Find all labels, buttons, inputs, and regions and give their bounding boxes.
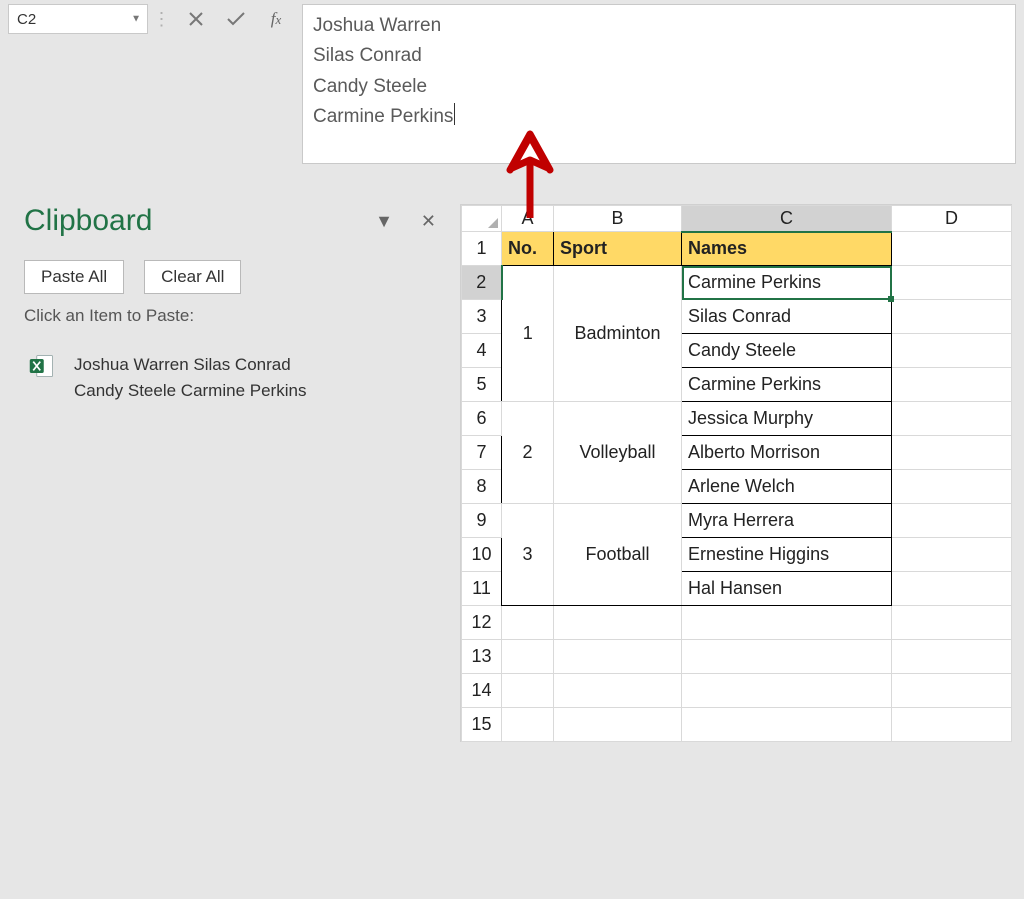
cell[interactable] xyxy=(554,640,682,674)
cell[interactable] xyxy=(892,606,1012,640)
close-icon xyxy=(188,11,204,27)
cell[interactable]: Badminton xyxy=(554,266,682,402)
clipboard-pane: Clipboard ▼ ✕ Paste All Clear All Click … xyxy=(0,164,460,899)
cell[interactable] xyxy=(892,232,1012,266)
clipboard-hint: Click an Item to Paste: xyxy=(24,306,436,326)
cell[interactable] xyxy=(892,504,1012,538)
cell[interactable] xyxy=(892,300,1012,334)
pane-menu-icon[interactable]: ▼ xyxy=(375,211,393,232)
cell[interactable] xyxy=(892,266,1012,300)
cell[interactable] xyxy=(554,606,682,640)
cell[interactable] xyxy=(554,674,682,708)
excel-icon xyxy=(28,352,56,380)
clipboard-title: Clipboard xyxy=(24,204,152,238)
cell[interactable]: Jessica Murphy xyxy=(682,402,892,436)
cell[interactable]: Alberto Morrison xyxy=(682,436,892,470)
clear-all-button[interactable]: Clear All xyxy=(144,260,241,294)
row-header[interactable]: 6 xyxy=(462,402,502,436)
row-header[interactable]: 13 xyxy=(462,640,502,674)
row-header[interactable]: 9 xyxy=(462,504,502,538)
row-header[interactable]: 12 xyxy=(462,606,502,640)
cell[interactable] xyxy=(892,674,1012,708)
name-box-dropdown-icon[interactable]: ▼ xyxy=(131,14,141,25)
cell[interactable]: 2 xyxy=(502,402,554,504)
cell[interactable]: Sport xyxy=(554,232,682,266)
select-all-corner[interactable] xyxy=(462,206,502,232)
row-header[interactable]: 10 xyxy=(462,538,502,572)
enter-button[interactable] xyxy=(216,4,256,34)
cell[interactable]: Silas Conrad xyxy=(682,300,892,334)
column-header-B[interactable]: B xyxy=(554,206,682,232)
cell[interactable]: Names xyxy=(682,232,892,266)
cell[interactable]: Volleyball xyxy=(554,402,682,504)
cell[interactable] xyxy=(682,708,892,742)
row-header[interactable]: 5 xyxy=(462,368,502,402)
cell[interactable] xyxy=(502,640,554,674)
formula-line: Silas Conrad xyxy=(313,41,1005,71)
column-header-D[interactable]: D xyxy=(892,206,1012,232)
row-header[interactable]: 7 xyxy=(462,436,502,470)
cell[interactable]: Candy Steele xyxy=(682,334,892,368)
cell[interactable] xyxy=(892,334,1012,368)
cell[interactable] xyxy=(892,538,1012,572)
insert-function-button[interactable]: fx xyxy=(256,4,296,34)
cell[interactable] xyxy=(892,470,1012,504)
cell-selected[interactable]: Carmine Perkins xyxy=(682,266,892,300)
cell[interactable] xyxy=(682,606,892,640)
cell[interactable] xyxy=(892,402,1012,436)
cell[interactable] xyxy=(502,708,554,742)
cell[interactable] xyxy=(892,572,1012,606)
cell[interactable]: No. xyxy=(502,232,554,266)
row-header[interactable]: 15 xyxy=(462,708,502,742)
name-box[interactable]: C2 ▼ xyxy=(8,4,148,34)
row-header[interactable]: 1 xyxy=(462,232,502,266)
row-header[interactable]: 4 xyxy=(462,334,502,368)
cell[interactable] xyxy=(892,640,1012,674)
cell[interactable] xyxy=(892,708,1012,742)
clipboard-item-text: Joshua Warren Silas Conrad Candy Steele … xyxy=(74,352,306,403)
cell[interactable]: Football xyxy=(554,504,682,606)
name-box-value: C2 xyxy=(17,11,36,28)
row-header[interactable]: 2 xyxy=(462,266,502,300)
cell[interactable]: Hal Hansen xyxy=(682,572,892,606)
formula-bar-drag-icon: ⋮ xyxy=(153,4,172,34)
formula-bar-input[interactable]: Joshua Warren Silas Conrad Candy Steele … xyxy=(302,4,1016,164)
cell[interactable] xyxy=(682,640,892,674)
cell[interactable]: Arlene Welch xyxy=(682,470,892,504)
row-header[interactable]: 14 xyxy=(462,674,502,708)
row-header[interactable]: 8 xyxy=(462,470,502,504)
cancel-button[interactable] xyxy=(176,4,216,34)
check-icon xyxy=(226,11,246,27)
text-cursor xyxy=(454,103,455,125)
row-header[interactable]: 11 xyxy=(462,572,502,606)
formula-line: Joshua Warren xyxy=(313,11,1005,41)
formula-line: Candy Steele xyxy=(313,72,1005,102)
cell[interactable]: Carmine Perkins xyxy=(682,368,892,402)
cell[interactable] xyxy=(682,674,892,708)
cell[interactable] xyxy=(554,708,682,742)
cell[interactable] xyxy=(502,674,554,708)
column-header-C[interactable]: C xyxy=(682,206,892,232)
fx-icon: fx xyxy=(271,9,282,29)
spreadsheet-grid[interactable]: A B C D 1 No. Sport Names 2 1 Bad xyxy=(460,204,1012,742)
cell[interactable] xyxy=(892,368,1012,402)
cell[interactable]: 1 xyxy=(502,266,554,402)
row-header[interactable]: 3 xyxy=(462,300,502,334)
cell[interactable] xyxy=(892,436,1012,470)
column-header-A[interactable]: A xyxy=(502,206,554,232)
cell[interactable]: Ernestine Higgins xyxy=(682,538,892,572)
cell[interactable]: Myra Herrera xyxy=(682,504,892,538)
clipboard-item[interactable]: Joshua Warren Silas Conrad Candy Steele … xyxy=(24,346,436,409)
paste-all-button[interactable]: Paste All xyxy=(24,260,124,294)
cell[interactable]: 3 xyxy=(502,504,554,606)
formula-line: Carmine Perkins xyxy=(313,102,1005,132)
cell[interactable] xyxy=(502,606,554,640)
pane-close-icon[interactable]: ✕ xyxy=(421,211,436,232)
